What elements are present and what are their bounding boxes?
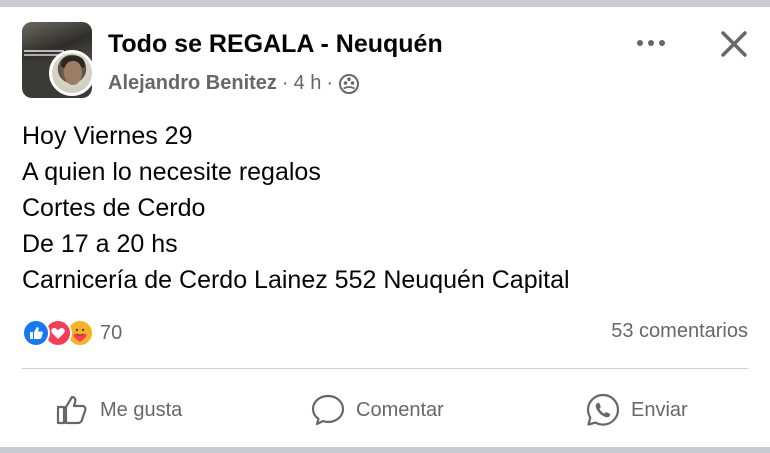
send-whatsapp-button[interactable]: Enviar bbox=[585, 382, 688, 438]
reactions-summary[interactable]: 70 bbox=[22, 316, 122, 350]
author-avatar-face bbox=[64, 61, 82, 85]
post-body: Hoy Viernes 29 A quien lo necesite regal… bbox=[22, 118, 570, 298]
post-text-line: Cortes de Cerdo bbox=[22, 194, 206, 222]
close-button[interactable] bbox=[714, 24, 754, 64]
post-actions-bar: Me gusta Comentar Enviar bbox=[0, 382, 770, 438]
reaction-count: 70 bbox=[100, 321, 123, 344]
send-button-label: Enviar bbox=[631, 398, 688, 421]
actions-divider bbox=[22, 368, 748, 369]
post-text-line: Carnicería de Cerdo Lainez 552 Neuquén C… bbox=[22, 266, 570, 294]
post-meta: Alejandro Benitez · 4 h · bbox=[108, 72, 360, 95]
like-button-label: Me gusta bbox=[100, 398, 183, 421]
author-name-link[interactable]: Alejandro Benitez bbox=[108, 72, 277, 95]
post-text-line: De 17 a 20 hs bbox=[22, 230, 178, 258]
post-text-line: Hoy Viernes 29 bbox=[22, 122, 193, 150]
author-avatar[interactable] bbox=[49, 50, 95, 96]
group-audience-icon[interactable] bbox=[338, 73, 360, 95]
comment-button-label: Comentar bbox=[356, 398, 444, 421]
thumbs-up-icon bbox=[56, 395, 87, 425]
group-name-link[interactable]: Todo se REGALA - Neuquén bbox=[108, 30, 443, 59]
more-options-button[interactable] bbox=[630, 28, 672, 58]
post-text-line: A quien lo necesite regalos bbox=[22, 158, 321, 186]
meta-separator: · bbox=[281, 72, 289, 94]
comments-count-link[interactable]: 53 comentarios bbox=[611, 320, 748, 343]
close-icon bbox=[721, 31, 747, 57]
top-edge bbox=[0, 0, 770, 7]
group-avatar-text-lines bbox=[24, 50, 64, 52]
like-button[interactable]: Me gusta bbox=[54, 382, 182, 438]
post-time-link[interactable]: 4 h bbox=[294, 72, 322, 95]
meta-separator: · bbox=[326, 72, 334, 94]
speech-bubble-icon bbox=[311, 394, 345, 426]
whatsapp-icon bbox=[586, 393, 620, 426]
more-options-icon bbox=[637, 40, 665, 46]
like-reaction-icon bbox=[22, 319, 50, 347]
bottom-edge bbox=[0, 447, 770, 453]
comment-button[interactable]: Comentar bbox=[310, 382, 444, 438]
